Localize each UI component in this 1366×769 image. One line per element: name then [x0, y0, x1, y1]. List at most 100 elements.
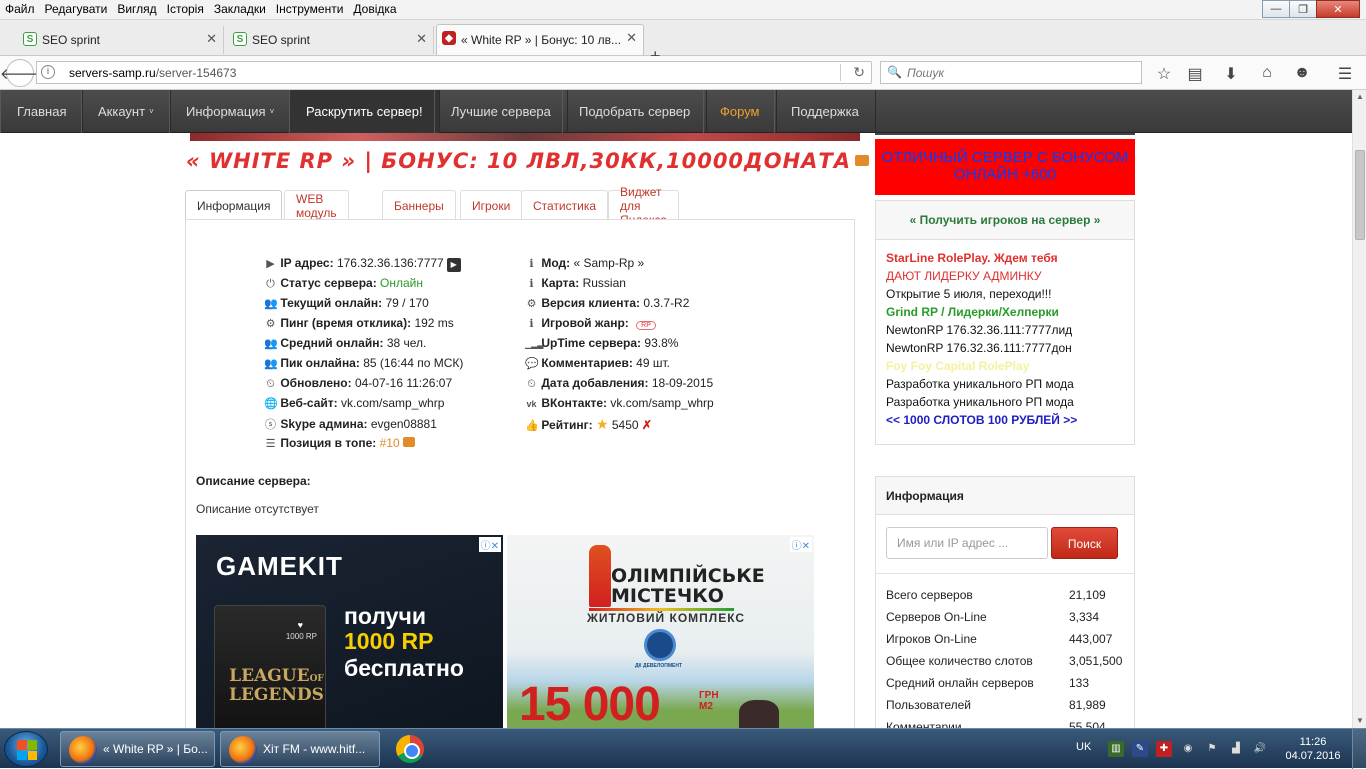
menu-history[interactable]: Історія [162, 0, 209, 20]
promo-banner[interactable]: ОТЛИЧНЫЙ СЕРВЕР С БОНУСОМ ОНЛАЙН +600 [875, 139, 1135, 195]
tray-edit-icon[interactable]: ✎ [1132, 741, 1148, 757]
server-search-input[interactable]: Имя или IP адрес ... [886, 527, 1048, 559]
page-scrollbar[interactable]: ▲ ▼ [1352, 90, 1366, 728]
nav-account[interactable]: Аккаунт ˅ [81, 90, 171, 133]
star-vote-icon[interactable]: ★ [596, 416, 609, 432]
ad-link[interactable]: Открытие 5 июля, переходи!!! [886, 287, 1051, 301]
top-position-link[interactable]: #10 [380, 436, 400, 450]
browser-tab[interactable]: S SEO sprint ✕ [228, 26, 434, 54]
start-button[interactable] [4, 731, 48, 767]
nav-home[interactable]: Главная [0, 90, 84, 133]
divider [875, 133, 1135, 135]
menu-file[interactable]: Файл [0, 0, 40, 20]
scroll-up-icon[interactable]: ▲ [1353, 90, 1366, 104]
site-info-icon[interactable]: i [41, 65, 55, 79]
network-icon[interactable]: ▟ [1228, 741, 1244, 757]
ad-link[interactable]: Foy Foy Capital RolePlay [886, 359, 1029, 373]
menu-edit[interactable]: Редагувати [40, 0, 113, 20]
ad-link[interactable]: Grind RP / Лидерки/Хелперки [886, 305, 1059, 319]
chat-icon[interactable]: ☻ [1293, 64, 1311, 82]
browser-tab[interactable]: S SEO sprint ✕ [18, 26, 224, 54]
nav-label: Информация [186, 104, 266, 119]
nav-best-servers[interactable]: Лучшие сервера [434, 90, 568, 133]
close-tab-icon[interactable]: ✕ [416, 31, 427, 47]
search-bar[interactable]: 🔍 Пошук [880, 61, 1142, 84]
reload-icon[interactable]: ↻ [853, 64, 865, 81]
ad-link[interactable]: NewtonRP 176.32.36.111:7777лид [886, 323, 1072, 337]
tray-security-icon[interactable]: ✚ [1156, 741, 1172, 757]
ip-value[interactable]: 176.32.36.136:7777 [337, 256, 444, 270]
language-indicator[interactable]: UK [1076, 741, 1091, 753]
taskbar-firefox-window[interactable]: « White RP » | Бо... [60, 731, 215, 767]
row-label: Позиция в топе: [280, 436, 377, 450]
nav-find-server[interactable]: Подобрать сервер [562, 90, 708, 133]
ad-brand: GAMEKIT [216, 551, 343, 581]
ip-row: ▶ IP адрес: 176.32.36.136:7777 ▶ [264, 256, 461, 272]
website-link[interactable]: vk.com/samp_whrp [341, 396, 444, 410]
vk-link[interactable]: vk.com/samp_whrp [610, 396, 713, 410]
hamburger-menu-icon[interactable]: ☰ [1336, 64, 1354, 84]
top-position-row: ☰ Позиция в топе: #10 [264, 436, 415, 450]
tab-statistics[interactable]: Статистика [521, 190, 609, 220]
ad-banner-gamekit[interactable]: ⓘ✕ GAMEKIT ♥ 1000 RP LEAGUEOF LEGENDS пол… [196, 535, 503, 730]
show-desktop-button[interactable] [1352, 729, 1366, 769]
nav-info[interactable]: Информация ˅ [169, 90, 292, 133]
card-rp-text: 1000 RP [285, 632, 317, 641]
row-value: 49 шт. [636, 356, 670, 370]
connect-play-icon[interactable]: ▶ [446, 258, 461, 272]
tab-banners[interactable]: Баннеры [382, 190, 456, 220]
taskbar-firefox-window[interactable]: Хіт FM - www.hitf... [220, 731, 380, 767]
tray-record-icon[interactable]: ◉ [1180, 741, 1196, 757]
menu-bookmarks[interactable]: Закладки [209, 0, 271, 20]
scroll-down-icon[interactable]: ▼ [1353, 714, 1366, 728]
taskbar-clock[interactable]: 11:26 04.07.2016 [1282, 735, 1344, 763]
adchoices-icon[interactable]: ⓘ✕ [789, 537, 812, 552]
maximize-button[interactable]: ❐ [1289, 0, 1317, 18]
tab-web-module[interactable]: WEB модуль [284, 190, 349, 220]
genre-badge: RP [636, 321, 656, 330]
seosprint-favicon-icon: S [233, 32, 247, 46]
tab-yandex-widget[interactable]: Виджет для Яндекса [608, 185, 680, 227]
search-button[interactable]: Поиск [1051, 527, 1118, 559]
ad-link[interactable]: ДАЮТ ЛИДЕРКУ АДМИНКУ [886, 269, 1042, 283]
nav-forum[interactable]: Форум [703, 90, 777, 133]
tab-players[interactable]: Игроки [460, 190, 523, 220]
nav-support[interactable]: Поддержка [774, 90, 876, 133]
ad-link[interactable]: Разработка уникального РП мода [886, 377, 1074, 391]
downloads-icon[interactable]: ⬇ [1222, 64, 1240, 84]
bookmark-star-icon[interactable]: ☆ [1155, 64, 1173, 84]
stat-value: 133 [1069, 676, 1090, 690]
home-icon[interactable]: ⌂ [1258, 64, 1276, 82]
close-window-button[interactable]: ✕ [1316, 0, 1360, 18]
vote-down-icon[interactable]: ✗ [642, 418, 652, 432]
stat-label: Игроков On-Line [886, 632, 977, 646]
ad-link[interactable]: << 1000 СЛОТОВ 100 РУБЛЕЙ >> [886, 413, 1077, 427]
nav-promote[interactable]: Раскрутить сервер! [289, 90, 440, 133]
get-players-link[interactable]: « Получить игроков на сервер » [875, 200, 1135, 240]
scroll-thumb[interactable] [1355, 150, 1365, 240]
browser-tab-active[interactable]: ◆ « White RP » | Бонус: 10 лв... ✕ [436, 24, 644, 55]
close-tab-icon[interactable]: ✕ [206, 31, 217, 47]
back-button[interactable]: 🡐 [0, 59, 40, 87]
taskbar-chrome[interactable] [392, 732, 428, 766]
volume-icon[interactable]: 🔊 [1252, 741, 1268, 757]
close-tab-icon[interactable]: ✕ [626, 30, 637, 46]
client-version-row: ⚙ Версия клиента: 0.3.7-R2 [525, 296, 690, 310]
ad-line: ОЛІМПІЙСЬКЕ [611, 565, 765, 587]
url-bar[interactable]: i servers-samp.ru/server-154673 ↻ [36, 61, 872, 84]
tray-flag-icon[interactable]: ⚑ [1204, 741, 1220, 757]
menu-tools[interactable]: Інструменти [271, 0, 349, 20]
minimize-button[interactable]: — [1262, 0, 1290, 18]
ad-link[interactable]: StarLine RolePlay. Ждем тебя [886, 251, 1058, 265]
ad-link[interactable]: Разработка уникального РП мода [886, 395, 1074, 409]
reading-list-icon[interactable]: ▤ [1186, 64, 1204, 84]
ad-link[interactable]: NewtonRP 176.32.36.111:7777дон [886, 341, 1072, 355]
chrome-icon [396, 735, 424, 763]
firefox-icon [69, 736, 97, 764]
adchoices-icon[interactable]: ⓘ✕ [478, 537, 501, 552]
ad-banner-olympic[interactable]: ⓘ✕ ОЛІМПІЙСЬКЕ МІСТЕЧКО ЖИТЛОВИЙ КОМПЛЕК… [507, 535, 814, 730]
tray-app-icon[interactable]: ▥ [1108, 741, 1124, 757]
menu-help[interactable]: Довідка [348, 0, 401, 20]
menu-view[interactable]: Вигляд [112, 0, 161, 20]
tab-info[interactable]: Информация [185, 190, 283, 221]
